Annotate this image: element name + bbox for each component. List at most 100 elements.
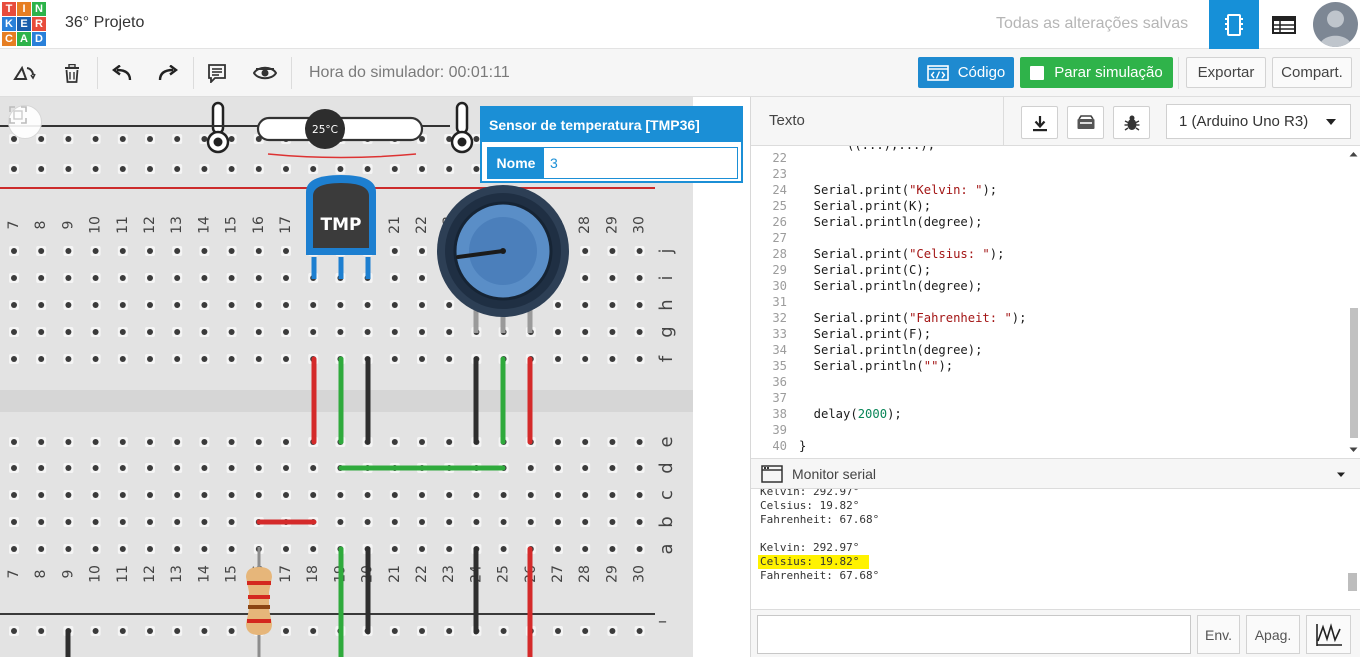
breadboard-hole[interactable] (391, 492, 398, 498)
breadboard-hole[interactable] (92, 492, 99, 498)
breadboard-hole[interactable] (174, 628, 181, 634)
breadboard-hole[interactable] (201, 166, 208, 172)
breadboard-hole[interactable] (174, 248, 181, 254)
breadboard-hole[interactable] (119, 628, 126, 634)
breadboard-hole[interactable] (609, 275, 616, 281)
breadboard-hole[interactable] (65, 356, 72, 362)
serial-scrollbar[interactable] (1345, 489, 1359, 609)
breadboard-hole[interactable] (283, 275, 289, 281)
breadboard-hole[interactable] (201, 628, 208, 634)
breadboard-hole[interactable] (283, 465, 289, 471)
breadboard-hole[interactable] (364, 519, 371, 525)
breadboard-hole[interactable] (609, 439, 616, 445)
breadboard-hole[interactable] (391, 329, 398, 335)
breadboard-hole[interactable] (636, 492, 643, 498)
breadboard-hole[interactable] (283, 628, 289, 634)
user-avatar[interactable] (1313, 2, 1358, 47)
breadboard-hole[interactable] (446, 628, 453, 634)
breadboard-hole[interactable] (582, 356, 589, 362)
breadboard-hole[interactable] (582, 492, 589, 498)
breadboard-hole[interactable] (147, 628, 153, 634)
breadboard-hole[interactable] (283, 166, 289, 172)
breadboard-hole[interactable] (92, 275, 99, 281)
breadboard-hole[interactable] (11, 492, 17, 498)
breadboard-hole[interactable] (174, 136, 181, 142)
breadboard-hole[interactable] (65, 248, 72, 254)
breadboard-hole[interactable] (147, 248, 153, 254)
breadboard-hole[interactable] (446, 492, 453, 498)
breadboard-hole[interactable] (174, 329, 181, 335)
circuit-view-button[interactable] (1209, 0, 1259, 49)
breadboard-hole[interactable] (446, 519, 453, 525)
breadboard-hole[interactable] (391, 302, 398, 308)
breadboard-hole[interactable] (92, 329, 99, 335)
breadboard-hole[interactable] (310, 329, 317, 335)
breadboard-hole[interactable] (391, 628, 398, 634)
breadboard-hole[interactable] (500, 628, 507, 634)
breadboard-hole[interactable] (636, 628, 643, 634)
breadboard-hole[interactable] (609, 465, 616, 471)
breadboard-hole[interactable] (255, 248, 262, 254)
breadboard-hole[interactable] (636, 546, 643, 552)
breadboard-hole[interactable] (419, 275, 425, 281)
breadboard-hole[interactable] (636, 302, 643, 308)
breadboard-hole[interactable] (38, 275, 45, 281)
breadboard-hole[interactable] (364, 302, 371, 308)
breadboard-hole[interactable] (11, 329, 17, 335)
circuit-canvas[interactable]: 7891011121314151617181920212223242526272… (0, 97, 750, 657)
breadboard-hole[interactable] (38, 248, 45, 254)
breadboard-hole[interactable] (92, 465, 99, 471)
breadboard-hole[interactable] (228, 302, 235, 308)
export-button[interactable]: Exportar (1186, 57, 1266, 88)
clear-button[interactable]: Apag. (1246, 615, 1300, 654)
name-field[interactable]: 3 (544, 148, 737, 178)
breadboard-hole[interactable] (527, 465, 534, 471)
scrollbar-thumb[interactable] (1350, 308, 1358, 438)
breadboard-hole[interactable] (228, 329, 235, 335)
breadboard-hole[interactable] (174, 465, 181, 471)
breadboard-hole[interactable] (228, 492, 235, 498)
breadboard-hole[interactable] (310, 546, 317, 552)
breadboard-hole[interactable] (391, 248, 398, 254)
breadboard-hole[interactable] (147, 519, 153, 525)
breadboard-hole[interactable] (228, 546, 235, 552)
breadboard-hole[interactable] (11, 166, 17, 172)
breadboard-hole[interactable] (636, 275, 643, 281)
breadboard-hole[interactable] (419, 492, 425, 498)
breadboard-hole[interactable] (147, 275, 153, 281)
project-name[interactable]: 36° Projeto (65, 14, 144, 32)
breadboard-hole[interactable] (11, 546, 17, 552)
breadboard-hole[interactable] (92, 546, 99, 552)
breadboard-hole[interactable] (92, 519, 99, 525)
breadboard-hole[interactable] (255, 302, 262, 308)
breadboard-hole[interactable] (255, 356, 262, 362)
tinkercad-logo[interactable]: TIN KER CAD (2, 2, 46, 46)
breadboard-hole[interactable] (92, 356, 99, 362)
breadboard-hole[interactable] (582, 519, 589, 525)
breadboard-hole[interactable] (92, 439, 99, 445)
breadboard-hole[interactable] (228, 465, 235, 471)
breadboard-hole[interactable] (310, 628, 317, 634)
breadboard-hole[interactable] (201, 492, 208, 498)
debugger-button[interactable] (1113, 106, 1150, 139)
breadboard-hole[interactable] (283, 302, 289, 308)
breadboard-hole[interactable] (174, 519, 181, 525)
serial-input[interactable] (757, 615, 1191, 654)
breadboard-hole[interactable] (391, 439, 398, 445)
breadboard-hole[interactable] (337, 166, 344, 172)
download-code-button[interactable] (1021, 106, 1058, 139)
stop-simulation-button[interactable]: Parar simulação (1020, 57, 1173, 88)
breadboard-hole[interactable] (119, 302, 126, 308)
breadboard-hole[interactable] (446, 546, 453, 552)
breadboard-hole[interactable] (147, 356, 153, 362)
breadboard-hole[interactable] (119, 492, 126, 498)
breadboard-hole[interactable] (555, 628, 561, 634)
breadboard-hole[interactable] (228, 275, 235, 281)
breadboard-hole[interactable] (419, 329, 425, 335)
breadboard-hole[interactable] (119, 136, 126, 142)
breadboard-hole[interactable] (419, 519, 425, 525)
breadboard-hole[interactable] (201, 329, 208, 335)
breadboard-hole[interactable] (119, 248, 126, 254)
breadboard-hole[interactable] (228, 519, 235, 525)
breadboard-hole[interactable] (337, 492, 344, 498)
